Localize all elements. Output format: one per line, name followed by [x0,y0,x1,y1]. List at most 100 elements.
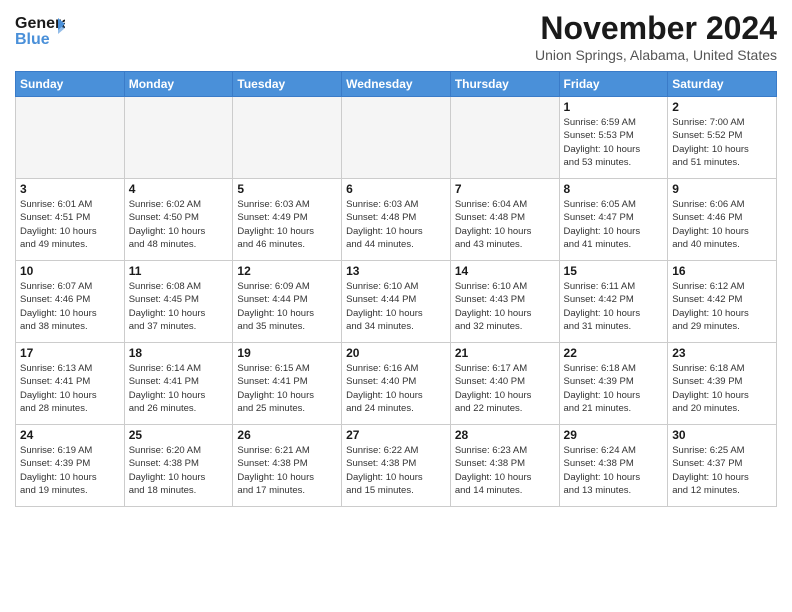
table-row [342,97,451,179]
day-info: Sunrise: 6:09 AM Sunset: 4:44 PM Dayligh… [237,280,337,333]
day-info: Sunrise: 6:11 AM Sunset: 4:42 PM Dayligh… [564,280,664,333]
table-row: 5 Sunrise: 6:03 AM Sunset: 4:49 PM Daylig… [233,179,342,261]
col-sunday: Sunday [16,72,125,97]
day-number: 22 [564,346,664,360]
day-number: 10 [20,264,120,278]
day-info: Sunrise: 6:10 AM Sunset: 4:44 PM Dayligh… [346,280,446,333]
calendar-table: Sunday Monday Tuesday Wednesday Thursday… [15,71,777,507]
day-info: Sunrise: 6:18 AM Sunset: 4:39 PM Dayligh… [672,362,772,415]
table-row: 9 Sunrise: 6:06 AM Sunset: 4:46 PM Daylig… [668,179,777,261]
col-monday: Monday [124,72,233,97]
day-info: Sunrise: 6:03 AM Sunset: 4:48 PM Dayligh… [346,198,446,251]
day-number: 5 [237,182,337,196]
day-number: 7 [455,182,555,196]
day-info: Sunrise: 6:24 AM Sunset: 4:38 PM Dayligh… [564,444,664,497]
day-info: Sunrise: 6:13 AM Sunset: 4:41 PM Dayligh… [20,362,120,415]
col-wednesday: Wednesday [342,72,451,97]
table-row: 2Sunrise: 7:00 AM Sunset: 5:52 PM Daylig… [668,97,777,179]
day-info: Sunrise: 6:15 AM Sunset: 4:41 PM Dayligh… [237,362,337,415]
day-number: 20 [346,346,446,360]
table-row: 1 Sunrise: 6:59 AM Sunset: 5:53 PM Daylig… [559,97,668,179]
day-info: Sunrise: 6:05 AM Sunset: 4:47 PM Dayligh… [564,198,664,251]
day-info: Sunrise: 6:59 AM Sunset: 5:53 PM Dayligh… [564,116,664,169]
day-info: Sunrise: 6:06 AM Sunset: 4:46 PM Dayligh… [672,198,772,251]
table-row: 19 Sunrise: 6:15 AM Sunset: 4:41 PM Dayli… [233,343,342,425]
table-row: 15 Sunrise: 6:11 AM Sunset: 4:42 PM Dayli… [559,261,668,343]
day-number: 9 [672,182,772,196]
day-number: 1 [564,100,664,114]
day-number: 23 [672,346,772,360]
logo-icon: General Blue [15,10,65,55]
page-container: General Blue November 2024 Union Springs… [0,0,792,612]
table-row: 22 Sunrise: 6:18 AM Sunset: 4:39 PM Dayli… [559,343,668,425]
day-info: Sunrise: 6:10 AM Sunset: 4:43 PM Dayligh… [455,280,555,333]
calendar-header-row: Sunday Monday Tuesday Wednesday Thursday… [16,72,777,97]
col-friday: Friday [559,72,668,97]
day-info: Sunrise: 6:02 AM Sunset: 4:50 PM Dayligh… [129,198,229,251]
table-row: 4Sunrise: 6:02 AM Sunset: 4:50 PM Daylig… [124,179,233,261]
month-title: November 2024 [535,10,777,47]
day-info: Sunrise: 6:04 AM Sunset: 4:48 PM Dayligh… [455,198,555,251]
day-number: 25 [129,428,229,442]
table-row: 25 Sunrise: 6:20 AM Sunset: 4:38 PM Dayli… [124,425,233,507]
table-row: 28Sunrise: 6:23 AM Sunset: 4:38 PM Dayli… [450,425,559,507]
day-info: Sunrise: 6:17 AM Sunset: 4:40 PM Dayligh… [455,362,555,415]
svg-text:General: General [15,15,65,32]
table-row: 14 Sunrise: 6:10 AM Sunset: 4:43 PM Dayli… [450,261,559,343]
table-row: 18 Sunrise: 6:14 AM Sunset: 4:41 PM Dayli… [124,343,233,425]
day-number: 27 [346,428,446,442]
table-row: 27 Sunrise: 6:22 AM Sunset: 4:38 PM Dayli… [342,425,451,507]
day-info: Sunrise: 6:23 AM Sunset: 4:38 PM Dayligh… [455,444,555,497]
day-info: Sunrise: 6:14 AM Sunset: 4:41 PM Dayligh… [129,362,229,415]
day-info: Sunrise: 6:03 AM Sunset: 4:49 PM Dayligh… [237,198,337,251]
table-row: 6Sunrise: 6:03 AM Sunset: 4:48 PM Daylig… [342,179,451,261]
day-number: 8 [564,182,664,196]
col-tuesday: Tuesday [233,72,342,97]
day-number: 19 [237,346,337,360]
table-row: 23 Sunrise: 6:18 AM Sunset: 4:39 PM Dayli… [668,343,777,425]
day-info: Sunrise: 6:07 AM Sunset: 4:46 PM Dayligh… [20,280,120,333]
table-row: 7 Sunrise: 6:04 AM Sunset: 4:48 PM Daylig… [450,179,559,261]
table-row: 13 Sunrise: 6:10 AM Sunset: 4:44 PM Dayli… [342,261,451,343]
day-info: Sunrise: 6:12 AM Sunset: 4:42 PM Dayligh… [672,280,772,333]
table-row: 16Sunrise: 6:12 AM Sunset: 4:42 PM Dayli… [668,261,777,343]
calendar-week-row: 3 Sunrise: 6:01 AM Sunset: 4:51 PM Daylig… [16,179,777,261]
calendar-week-row: 17 Sunrise: 6:13 AM Sunset: 4:41 PM Dayli… [16,343,777,425]
day-number: 21 [455,346,555,360]
day-info: Sunrise: 6:19 AM Sunset: 4:39 PM Dayligh… [20,444,120,497]
day-number: 11 [129,264,229,278]
day-info: Sunrise: 6:16 AM Sunset: 4:40 PM Dayligh… [346,362,446,415]
calendar-week-row: 10 Sunrise: 6:07 AM Sunset: 4:46 PM Dayli… [16,261,777,343]
table-row: 10 Sunrise: 6:07 AM Sunset: 4:46 PM Dayli… [16,261,125,343]
day-number: 13 [346,264,446,278]
day-info: Sunrise: 6:18 AM Sunset: 4:39 PM Dayligh… [564,362,664,415]
table-row: 20 Sunrise: 6:16 AM Sunset: 4:40 PM Dayli… [342,343,451,425]
day-number: 12 [237,264,337,278]
table-row: 29 Sunrise: 6:24 AM Sunset: 4:38 PM Dayli… [559,425,668,507]
table-row: 24Sunrise: 6:19 AM Sunset: 4:39 PM Dayli… [16,425,125,507]
table-row [450,97,559,179]
logo: General Blue [15,10,65,55]
day-info: Sunrise: 6:08 AM Sunset: 4:45 PM Dayligh… [129,280,229,333]
day-number: 26 [237,428,337,442]
day-number: 15 [564,264,664,278]
day-info: Sunrise: 6:22 AM Sunset: 4:38 PM Dayligh… [346,444,446,497]
day-number: 18 [129,346,229,360]
page-header: General Blue November 2024 Union Springs… [15,10,777,63]
day-number: 3 [20,182,120,196]
table-row: 3 Sunrise: 6:01 AM Sunset: 4:51 PM Daylig… [16,179,125,261]
day-number: 29 [564,428,664,442]
day-number: 17 [20,346,120,360]
day-info: Sunrise: 6:21 AM Sunset: 4:38 PM Dayligh… [237,444,337,497]
location-subtitle: Union Springs, Alabama, United States [535,47,777,63]
day-info: Sunrise: 6:20 AM Sunset: 4:38 PM Dayligh… [129,444,229,497]
table-row: 17 Sunrise: 6:13 AM Sunset: 4:41 PM Dayli… [16,343,125,425]
table-row [16,97,125,179]
col-thursday: Thursday [450,72,559,97]
day-info: Sunrise: 6:01 AM Sunset: 4:51 PM Dayligh… [20,198,120,251]
day-number: 14 [455,264,555,278]
table-row: 26 Sunrise: 6:21 AM Sunset: 4:38 PM Dayli… [233,425,342,507]
table-row: 8 Sunrise: 6:05 AM Sunset: 4:47 PM Daylig… [559,179,668,261]
table-row: 11 Sunrise: 6:08 AM Sunset: 4:45 PM Dayli… [124,261,233,343]
day-number: 30 [672,428,772,442]
